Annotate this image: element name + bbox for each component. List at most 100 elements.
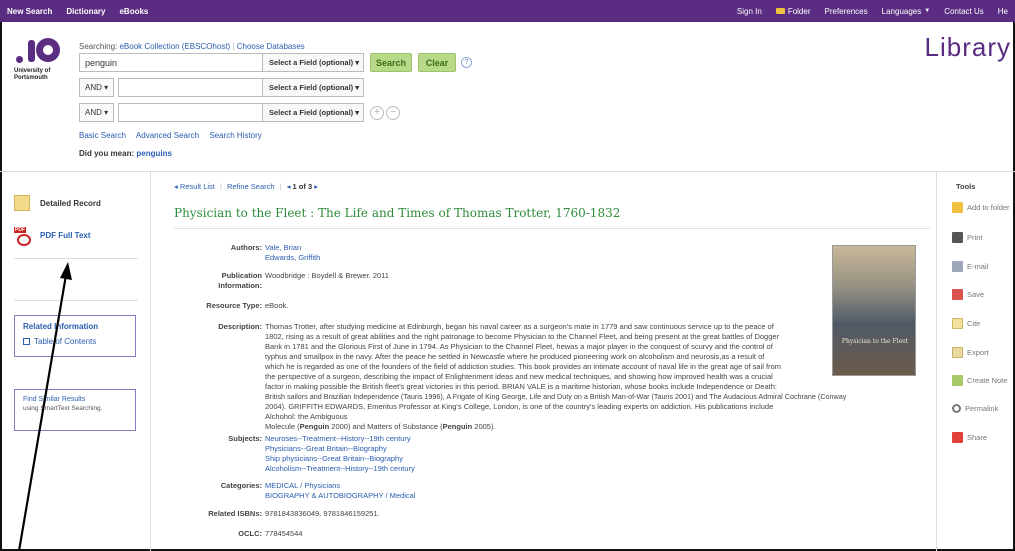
email-tool[interactable]: E-mail (952, 261, 988, 272)
search-row-1: penguin Select a Field (optional) ▾ Sear… (79, 53, 472, 72)
field-select-1[interactable]: Select a Field (optional) ▾ (263, 53, 364, 72)
title-divider (174, 228, 930, 229)
save-tool[interactable]: Save (952, 289, 984, 300)
result-list-link[interactable]: ◂ Result List (174, 182, 215, 191)
clear-button[interactable]: Clear (418, 53, 456, 72)
tool-label: E-mail (967, 262, 989, 271)
tool-label: Print (967, 233, 983, 242)
description-line: typhus and smallpox in the navy. After t… (265, 352, 765, 361)
search-history-link[interactable]: Search History (209, 131, 261, 140)
search-input-3[interactable] (118, 103, 263, 122)
field-select-3[interactable]: Select a Field (optional) ▾ (263, 103, 364, 122)
cover-title: Physician to the Fleet (841, 338, 909, 345)
tool-label: Create Note (967, 376, 1008, 385)
languages-menu[interactable]: Languages ▼ (875, 7, 938, 16)
nav-new-search[interactable]: New Search (0, 7, 59, 16)
email-icon (952, 261, 963, 272)
subject-link[interactable]: Ship physicians--Great Britain--Biograph… (265, 454, 415, 464)
find-similar-box[interactable]: Find Similar Results using SmartText Sea… (14, 389, 136, 431)
table-of-contents-link[interactable]: Table of Contents (23, 337, 127, 346)
collection-link[interactable]: eBook Collection (EBSCOhost) (119, 42, 230, 51)
left-sidebar: Detailed Record PDF Full Text (14, 192, 138, 301)
search-row-3: AND ▾ Select a Field (optional) ▾ + − (79, 103, 400, 122)
cite-icon (952, 318, 963, 329)
subject-link[interactable]: Alcoholism--Treatment--History--19th cen… (265, 464, 415, 474)
did-you-mean-prefix: Did you mean: (79, 149, 135, 158)
category-link[interactable]: MEDICAL / Physicians (265, 481, 415, 491)
detailed-record-label: Detailed Record (40, 198, 101, 208)
record-icon (14, 195, 30, 211)
chevron-down-icon: ▾ (104, 108, 109, 117)
sidebar-divider (14, 258, 138, 259)
prev-record-icon[interactable]: ◂ (287, 182, 291, 191)
isbn-value: 9781843836049. 9781846159251. (265, 509, 380, 518)
search-button[interactable]: Search (370, 53, 412, 72)
help-icon[interactable]: ? (461, 57, 472, 68)
logo-text-line1: University of (14, 68, 51, 74)
book-cover-image[interactable]: Physician to the Fleet (832, 245, 916, 376)
field-select-label: Select a Field (optional) (269, 83, 354, 92)
share-tool[interactable]: Share (952, 432, 987, 443)
pdf-full-text-label: PDF Full Text (40, 230, 91, 240)
sign-in-link[interactable]: Sign In (730, 7, 769, 16)
subject-link[interactable]: Physicians--Great Britain--Biography (265, 444, 415, 454)
tool-label: Permalink (965, 404, 999, 413)
chevron-down-icon: ▾ (355, 58, 360, 67)
field-select-label: Select a Field (optional) (269, 58, 354, 67)
did-you-mean: Did you mean: penguins (79, 149, 172, 158)
suggestion-link[interactable]: penguins (136, 149, 172, 158)
boolean-select-3[interactable]: AND ▾ (79, 103, 114, 122)
subject-link[interactable]: Neuroses--Treatment--History--19th centu… (265, 434, 415, 444)
top-nav-bar: New Search Dictionary eBooks Sign In Fol… (0, 0, 1015, 22)
boolean-select-2[interactable]: AND ▾ (79, 78, 114, 97)
preferences-link[interactable]: Preferences (818, 7, 875, 16)
university-logo[interactable]: University of Portsmouth (14, 36, 64, 82)
next-record-icon[interactable]: ▸ (314, 182, 318, 191)
detailed-record-link[interactable]: Detailed Record (14, 192, 138, 214)
related-heading: Related Information (23, 322, 99, 331)
export-icon (952, 347, 963, 358)
chevron-down-icon: ▾ (355, 83, 360, 92)
result-navigation: ◂ Result List | Refine Search | ◂ 1 of 3… (174, 182, 318, 191)
contact-us-link[interactable]: Contact Us (937, 7, 991, 16)
cite-tool[interactable]: Cite (952, 318, 980, 329)
choose-databases-link[interactable]: Choose Databases (237, 42, 305, 51)
remove-row-icon[interactable]: − (386, 105, 400, 120)
toc-icon (23, 338, 30, 345)
record-position: 1 of 3 (292, 182, 313, 191)
author-link[interactable]: Vale, Brian (265, 243, 320, 253)
create-note-tool[interactable]: Create Note (952, 375, 1007, 386)
search-mode-links: Basic Search Advanced Search Search Hist… (79, 131, 270, 140)
print-tool[interactable]: Print (952, 232, 982, 243)
category-link[interactable]: BIOGRAPHY & AUTOBIOGRAPHY / Medical (265, 491, 415, 501)
tool-label: Save (967, 290, 985, 299)
save-icon (952, 289, 963, 300)
nav-dictionary[interactable]: Dictionary (59, 7, 112, 16)
add-to-folder-tool[interactable]: Add to folder (952, 202, 1010, 213)
basic-search-link[interactable]: Basic Search (79, 131, 126, 140)
pdf-full-text-link[interactable]: PDF Full Text (14, 224, 138, 246)
library-heading: Library (924, 32, 1011, 62)
author-link[interactable]: Edwards, Griffith (265, 253, 320, 263)
folder-icon (775, 8, 785, 14)
description-label: Description: (218, 322, 262, 331)
description-line: 1802, rising as a result of great abilit… (265, 332, 780, 341)
nav-ebooks[interactable]: eBooks (112, 7, 155, 16)
search-input[interactable]: penguin (79, 53, 263, 72)
left-divider (150, 172, 151, 551)
export-tool[interactable]: Export (952, 347, 989, 358)
searching-prefix: Searching: (79, 42, 118, 51)
logo-mark (14, 36, 64, 68)
link-icon (952, 404, 961, 413)
advanced-search-link[interactable]: Advanced Search (136, 131, 199, 140)
description-line: British sailors and Brazilian Independen… (265, 392, 847, 401)
help-link[interactable]: He (991, 7, 1015, 16)
field-select-2[interactable]: Select a Field (optional) ▾ (263, 78, 364, 97)
tools-heading: Tools (956, 182, 976, 191)
search-input-2[interactable] (118, 78, 263, 97)
permalink-tool[interactable]: Permalink (952, 404, 998, 413)
refine-search-link[interactable]: Refine Search (227, 182, 275, 191)
add-row-icon[interactable]: + (370, 105, 384, 120)
related-information-box: Related Information Table of Contents (14, 315, 136, 357)
folder-link[interactable]: Folder (769, 7, 818, 16)
